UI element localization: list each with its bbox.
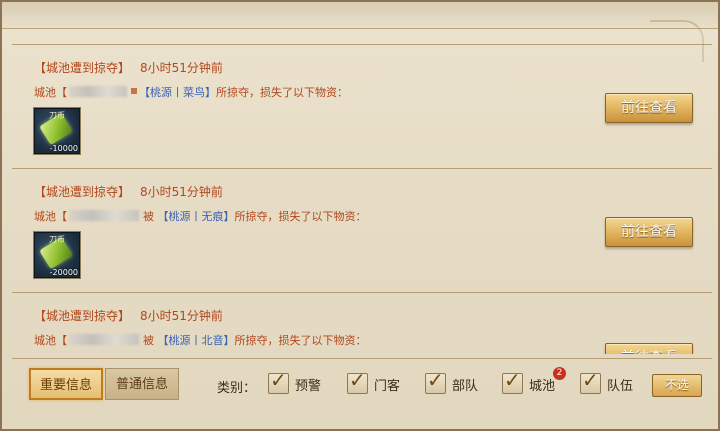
message-title: 【城池遭到掠夺】 8小时51分钟前 (34, 59, 223, 76)
message-time: 8小时51分钟前 (140, 61, 223, 75)
message-type: 【城池遭到掠夺】 (34, 185, 131, 199)
message-title: 【城池遭到掠夺】 8小时51分钟前 (34, 307, 223, 324)
check-icon: ✓ (270, 368, 287, 392)
alliance-name[interactable]: 【桃源丨无痕】 (158, 210, 235, 223)
separator-mark (131, 88, 137, 94)
notification-badge: 2 (553, 367, 566, 380)
go-view-button[interactable]: 前往查看 (605, 93, 693, 123)
message-list[interactable]: 【城池遭到掠夺】 8小时51分钟前 城池【 【桃源丨菜鸟】所掠夺，损失了以下物资： … (12, 44, 712, 354)
item-quantity: -20000 (49, 268, 78, 277)
message-description: 城池【 【桃源丨菜鸟】所掠夺，损失了以下物资： (34, 86, 348, 99)
check-icon: ✓ (504, 368, 521, 392)
mail-panel: 【城池遭到掠夺】 8小时51分钟前 城池【 【桃源丨菜鸟】所掠夺，损失了以下物资： … (0, 0, 720, 431)
category-label: 类别： (217, 381, 257, 396)
item-quantity: -10000 (49, 144, 78, 153)
redacted-city-name (69, 334, 139, 345)
redacted-city-name (69, 86, 127, 97)
message-time: 8小时51分钟前 (140, 309, 223, 323)
tab-important-info[interactable]: 重要信息 (29, 368, 103, 400)
alliance-name[interactable]: 【桃源丨菜鸟】 (139, 86, 216, 99)
message-entry: 【城池遭到掠夺】 8小时51分钟前 城池【被 【桃源丨北音】所掠夺，损失了以下物资… (12, 292, 712, 354)
filter-bar: 重要信息 普通信息 类别： ✓ 预警 ✓ 门客 ✓ 部队 ✓ 城池 2 ✓ 队伍 (12, 358, 712, 419)
message-description: 城池【被 【桃源丨北音】所掠夺，损失了以下物资： (34, 334, 367, 347)
message-entry: 【城池遭到掠夺】 8小时51分钟前 城池【被 【桃源丨无痕】所掠夺，损失了以下物资… (12, 168, 712, 293)
check-icon: ✓ (427, 368, 444, 392)
tab-normal-info[interactable]: 普通信息 (105, 368, 179, 400)
message-time: 8小时51分钟前 (140, 185, 223, 199)
item-name: 刀币 (49, 111, 65, 120)
message-type: 【城池遭到掠夺】 (34, 309, 131, 323)
message-type: 【城池遭到掠夺】 (34, 61, 131, 75)
message-description: 城池【被 【桃源丨无痕】所掠夺，损失了以下物资： (34, 210, 367, 223)
check-icon: ✓ (582, 368, 599, 392)
item-name: 刀币 (49, 235, 65, 244)
coin-voucher-icon[interactable]: 刀币 -20000 (33, 231, 81, 279)
coin-voucher-icon[interactable]: 刀币 -10000 (33, 107, 81, 155)
deselect-all-button[interactable]: 不选 (652, 374, 702, 397)
message-entry: 【城池遭到掠夺】 8小时51分钟前 城池【 【桃源丨菜鸟】所掠夺，损失了以下物资： … (12, 44, 712, 169)
go-view-button[interactable]: 前往查看 (605, 343, 693, 354)
check-icon: ✓ (349, 368, 366, 392)
redacted-city-name (69, 210, 139, 221)
go-view-button[interactable]: 前往查看 (605, 217, 693, 247)
alliance-name[interactable]: 【桃源丨北音】 (158, 334, 235, 347)
message-title: 【城池遭到掠夺】 8小时51分钟前 (34, 183, 223, 200)
